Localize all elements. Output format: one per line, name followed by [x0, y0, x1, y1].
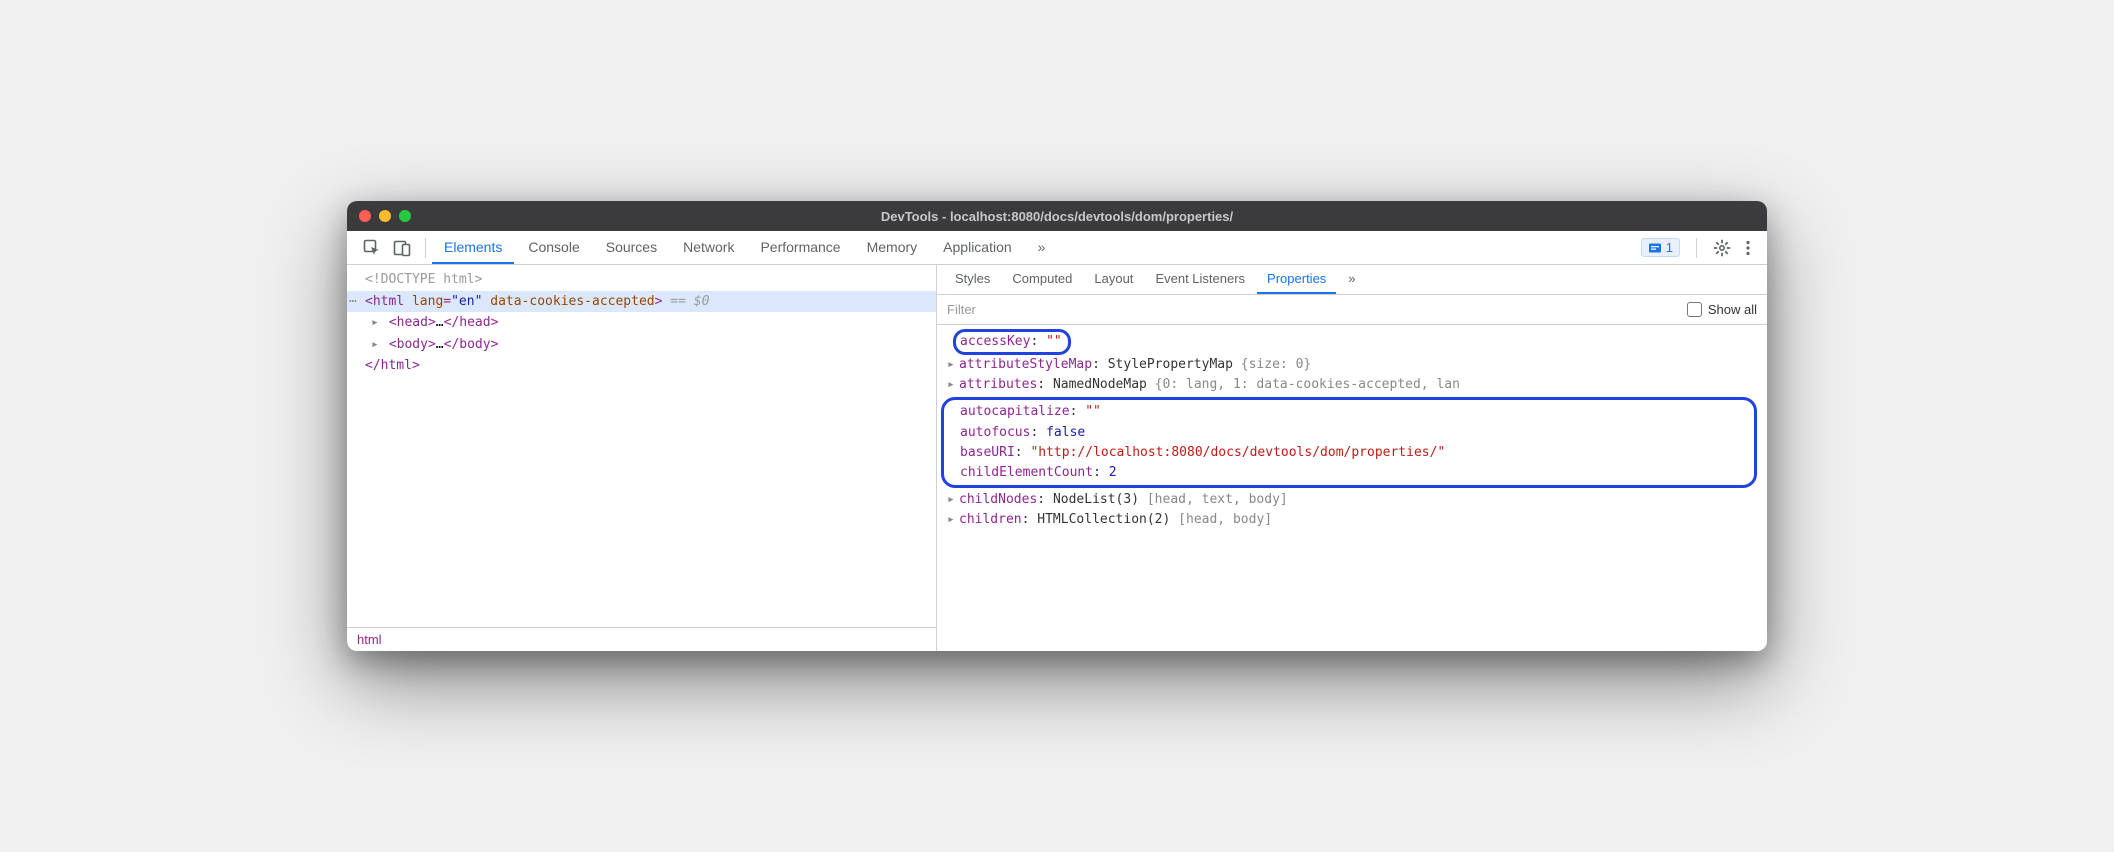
- filter-row: Show all: [937, 295, 1767, 325]
- prop-childelementcount[interactable]: childElementCount: 2: [948, 463, 1748, 483]
- issues-icon: [1648, 241, 1662, 255]
- filter-input[interactable]: [947, 302, 1687, 317]
- show-all-label: Show all: [1708, 302, 1757, 317]
- tab-performance[interactable]: Performance: [748, 231, 852, 264]
- sidebar-panel: Styles Computed Layout Event Listeners P…: [937, 265, 1767, 651]
- tab-elements[interactable]: Elements: [432, 231, 514, 264]
- side-tab-properties[interactable]: Properties: [1257, 265, 1336, 294]
- dom-body-element[interactable]: ▸ <body>…</body>: [347, 334, 936, 356]
- window-title: DevTools - localhost:8080/docs/devtools/…: [347, 209, 1767, 224]
- device-toolbar-icon[interactable]: [393, 239, 411, 257]
- show-all-toggle[interactable]: Show all: [1687, 302, 1757, 317]
- settings-icon[interactable]: [1713, 239, 1731, 257]
- dom-html-element[interactable]: <html lang="en" data-cookies-accepted> =…: [347, 291, 936, 313]
- side-tabs: Styles Computed Layout Event Listeners P…: [937, 265, 1767, 295]
- content-area: <!DOCTYPE html> <html lang="en" data-coo…: [347, 265, 1767, 651]
- tab-sources[interactable]: Sources: [594, 231, 669, 264]
- dom-doctype[interactable]: <!DOCTYPE html>: [347, 269, 936, 291]
- dom-tree[interactable]: <!DOCTYPE html> <html lang="en" data-coo…: [347, 265, 936, 627]
- prop-attributestylemap[interactable]: ▸ attributeStyleMap: StylePropertyMap {s…: [947, 355, 1757, 375]
- tab-network[interactable]: Network: [671, 231, 746, 264]
- main-toolbar: Elements Console Sources Network Perform…: [347, 231, 1767, 265]
- minimize-window-button[interactable]: [379, 210, 391, 222]
- prop-autocapitalize[interactable]: autocapitalize: "": [948, 402, 1748, 422]
- expand-triangle-icon[interactable]: ▸: [947, 375, 955, 395]
- elements-panel: <!DOCTYPE html> <html lang="en" data-coo…: [347, 265, 937, 651]
- titlebar: DevTools - localhost:8080/docs/devtools/…: [347, 201, 1767, 231]
- prop-autofocus[interactable]: autofocus: false: [948, 423, 1748, 443]
- breadcrumb[interactable]: html: [347, 627, 936, 651]
- side-tab-styles[interactable]: Styles: [945, 265, 1000, 294]
- tab-application[interactable]: Application: [931, 231, 1024, 264]
- expand-triangle-icon[interactable]: ▸: [947, 510, 955, 530]
- side-tab-event-listeners[interactable]: Event Listeners: [1145, 265, 1255, 294]
- tab-console[interactable]: Console: [516, 231, 591, 264]
- separator: [1696, 238, 1697, 258]
- side-tab-computed[interactable]: Computed: [1002, 265, 1082, 294]
- prop-childnodes[interactable]: ▸ childNodes: NodeList(3) [head, text, b…: [947, 490, 1757, 510]
- properties-list[interactable]: accessKey: "" ▸ attributeStyleMap: Style…: [937, 325, 1767, 651]
- separator: [425, 238, 426, 258]
- devtools-window: DevTools - localhost:8080/docs/devtools/…: [347, 201, 1767, 651]
- checkbox-icon[interactable]: [1687, 302, 1702, 317]
- main-tabs: Elements Console Sources Network Perform…: [432, 231, 1057, 264]
- dom-head-element[interactable]: ▸ <head>…</head>: [347, 312, 936, 334]
- expand-triangle-icon[interactable]: ▸: [371, 335, 381, 355]
- issues-badge[interactable]: 1: [1641, 238, 1680, 257]
- maximize-window-button[interactable]: [399, 210, 411, 222]
- main-tabs-overflow[interactable]: »: [1026, 231, 1058, 264]
- tab-memory[interactable]: Memory: [855, 231, 930, 264]
- prop-accesskey[interactable]: accessKey: "": [947, 329, 1757, 355]
- expand-triangle-icon[interactable]: ▸: [371, 313, 381, 333]
- prop-attributes[interactable]: ▸ attributes: NamedNodeMap {0: lang, 1: …: [947, 375, 1757, 395]
- expand-triangle-icon[interactable]: ▸: [947, 355, 955, 375]
- prop-children[interactable]: ▸ children: HTMLCollection(2) [head, bod…: [947, 510, 1757, 530]
- window-controls: [359, 210, 411, 222]
- expand-triangle-icon[interactable]: ▸: [947, 490, 955, 510]
- prop-baseuri[interactable]: baseURI: "http://localhost:8080/docs/dev…: [948, 443, 1748, 463]
- side-tab-layout[interactable]: Layout: [1084, 265, 1143, 294]
- close-window-button[interactable]: [359, 210, 371, 222]
- dom-html-close[interactable]: </html>: [347, 355, 936, 377]
- issues-count: 1: [1666, 240, 1673, 255]
- inspect-element-icon[interactable]: [363, 239, 381, 257]
- more-menu-icon[interactable]: [1741, 239, 1755, 257]
- highlight-box: autocapitalize: "" autofocus: false base…: [941, 397, 1757, 488]
- side-tabs-overflow[interactable]: »: [1338, 265, 1365, 294]
